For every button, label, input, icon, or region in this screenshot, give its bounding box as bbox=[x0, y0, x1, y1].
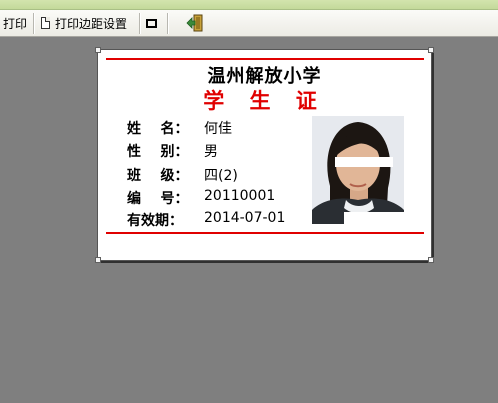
print-margin-settings-button[interactable]: 打印边距设置 bbox=[41, 13, 127, 33]
exit-button[interactable] bbox=[186, 13, 204, 33]
student-photo bbox=[312, 116, 404, 224]
name-label: 姓 名： bbox=[127, 121, 189, 137]
resize-handle[interactable] bbox=[428, 257, 434, 263]
student-number-value: 20110001 bbox=[204, 188, 276, 204]
exit-icon bbox=[186, 14, 203, 32]
toolbar-separator bbox=[167, 13, 169, 34]
class-label: 班 级： bbox=[127, 168, 189, 184]
student-id-card: 温州解放小学 学 生 证 姓 名： 何佳 性 别： 男 班 级： 四(2) 编 … bbox=[95, 47, 434, 263]
print-margin-settings-label: 打印边距设置 bbox=[55, 16, 128, 31]
gender-value: 男 bbox=[204, 144, 218, 160]
resize-handle[interactable] bbox=[95, 47, 101, 53]
bottom-red-line bbox=[106, 232, 424, 234]
frame-toggle-button[interactable] bbox=[146, 13, 157, 33]
print-button-label: 打印 bbox=[3, 16, 28, 31]
print-button[interactable]: 打印 bbox=[3, 13, 27, 33]
card-type-title: 学 生 证 bbox=[203, 89, 326, 113]
resize-handle[interactable] bbox=[95, 257, 101, 263]
class-value: 四(2) bbox=[204, 168, 238, 184]
document-icon bbox=[41, 17, 50, 29]
resize-handle[interactable] bbox=[428, 47, 434, 53]
gender-label: 性 别： bbox=[127, 144, 189, 160]
name-value: 何佳 bbox=[204, 121, 232, 137]
toolbar-separator bbox=[139, 13, 141, 34]
student-number-label: 编 号： bbox=[127, 191, 189, 207]
toolbar: 打印 打印边距设置 bbox=[0, 10, 498, 37]
frame-icon bbox=[146, 18, 157, 28]
toolbar-separator bbox=[33, 13, 35, 34]
valid-until-label: 有效期： bbox=[127, 213, 183, 229]
top-red-line bbox=[106, 58, 424, 60]
valid-until-value: 2014-07-01 bbox=[204, 210, 286, 226]
title-strip bbox=[0, 0, 498, 10]
